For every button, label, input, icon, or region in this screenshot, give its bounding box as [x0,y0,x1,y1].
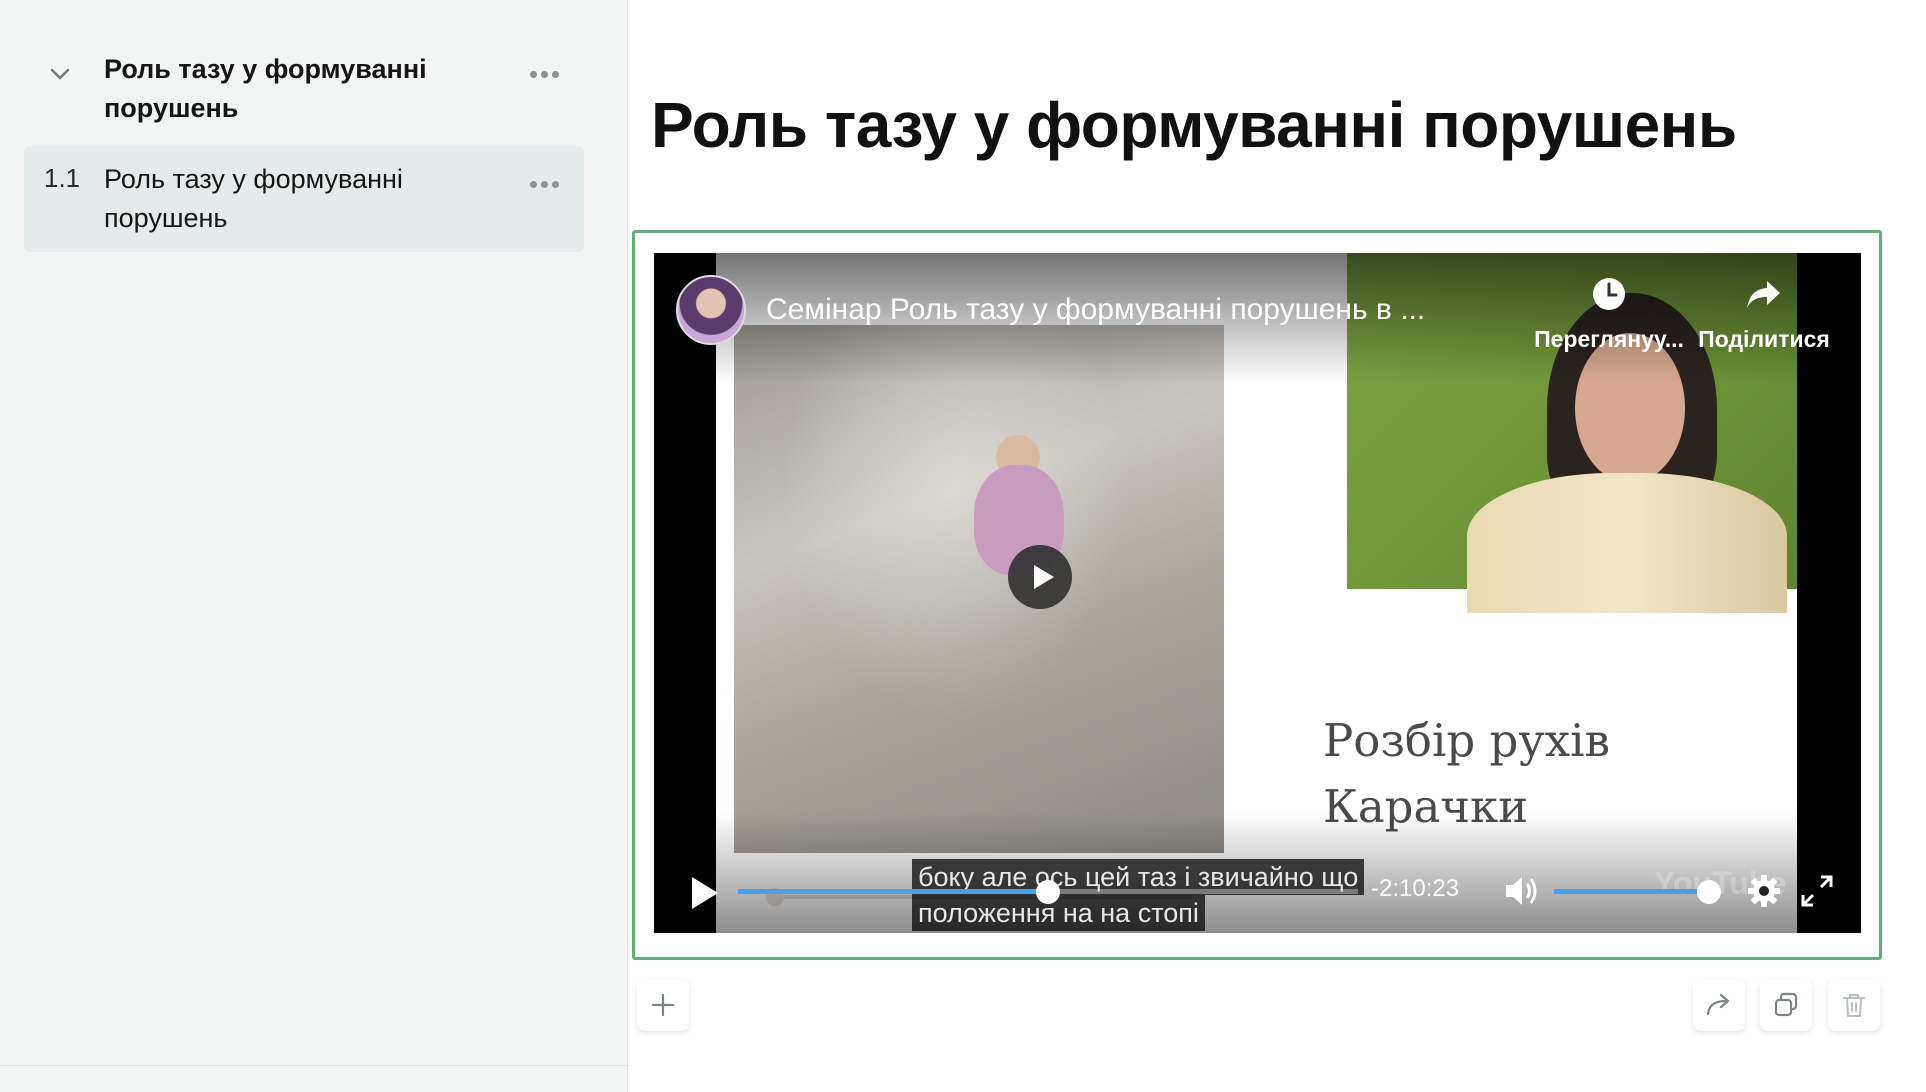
volume-icon[interactable] [1502,873,1542,909]
share-button[interactable]: Поділитися [1694,275,1834,353]
video-block[interactable]: Розбір рухів Карачки Семінар Роль тазу у… [632,230,1882,960]
duplicate-block-button[interactable] [1760,979,1812,1031]
section-title[interactable]: Роль тазу у формуванні порушень [104,50,484,128]
inner-play-icon [1008,545,1072,609]
progress-fill [738,889,1048,894]
item-title[interactable]: Роль тазу у формуванні порушень [104,160,484,238]
video-player[interactable]: Розбір рухів Карачки Семінар Роль тазу у… [654,253,1861,933]
volume-handle[interactable] [1697,880,1721,904]
item-number: 1.1 [44,163,81,193]
share-arrow-icon [1747,281,1780,308]
sand-video-thumbnail [734,325,1224,906]
more-options-icon[interactable] [530,175,566,188]
gear-icon[interactable] [1746,873,1782,909]
move-block-button[interactable] [1693,979,1745,1031]
progress-handle[interactable] [1036,880,1060,904]
clock-icon [1593,278,1625,310]
add-block-button[interactable] [637,979,689,1031]
sidebar: Роль тазу у формуванні порушень 1.1 Роль… [0,0,628,1092]
sidebar-section[interactable]: Роль тазу у формуванні порушень [24,36,584,136]
delete-block-button[interactable] [1828,979,1880,1031]
duplicate-icon [1774,992,1798,1017]
channel-avatar[interactable] [676,275,746,345]
subtitles: боку але ось цей таз і звичайно що полож… [912,859,1365,931]
fullscreen-exit-icon[interactable] [1799,873,1835,909]
video-title[interactable]: Семінар Роль тазу у формуванні порушень … [766,293,1425,327]
more-options-icon[interactable] [530,65,566,78]
watch-later-button[interactable]: Переглянуу... [1534,275,1684,353]
trash-icon [1843,994,1865,1017]
time-remaining: -2:10:23 [1371,875,1460,902]
play-icon[interactable] [684,873,724,913]
volume-slider[interactable] [1554,889,1709,894]
share-arrow-icon [1706,993,1730,1016]
divider [0,1065,627,1066]
chevron-down-icon[interactable] [48,62,72,86]
plus-icon [651,993,675,1017]
sidebar-item-lesson[interactable]: 1.1 Роль тазу у формуванні порушень [24,146,584,252]
page-title: Роль тазу у формуванні порушень [651,89,1737,161]
